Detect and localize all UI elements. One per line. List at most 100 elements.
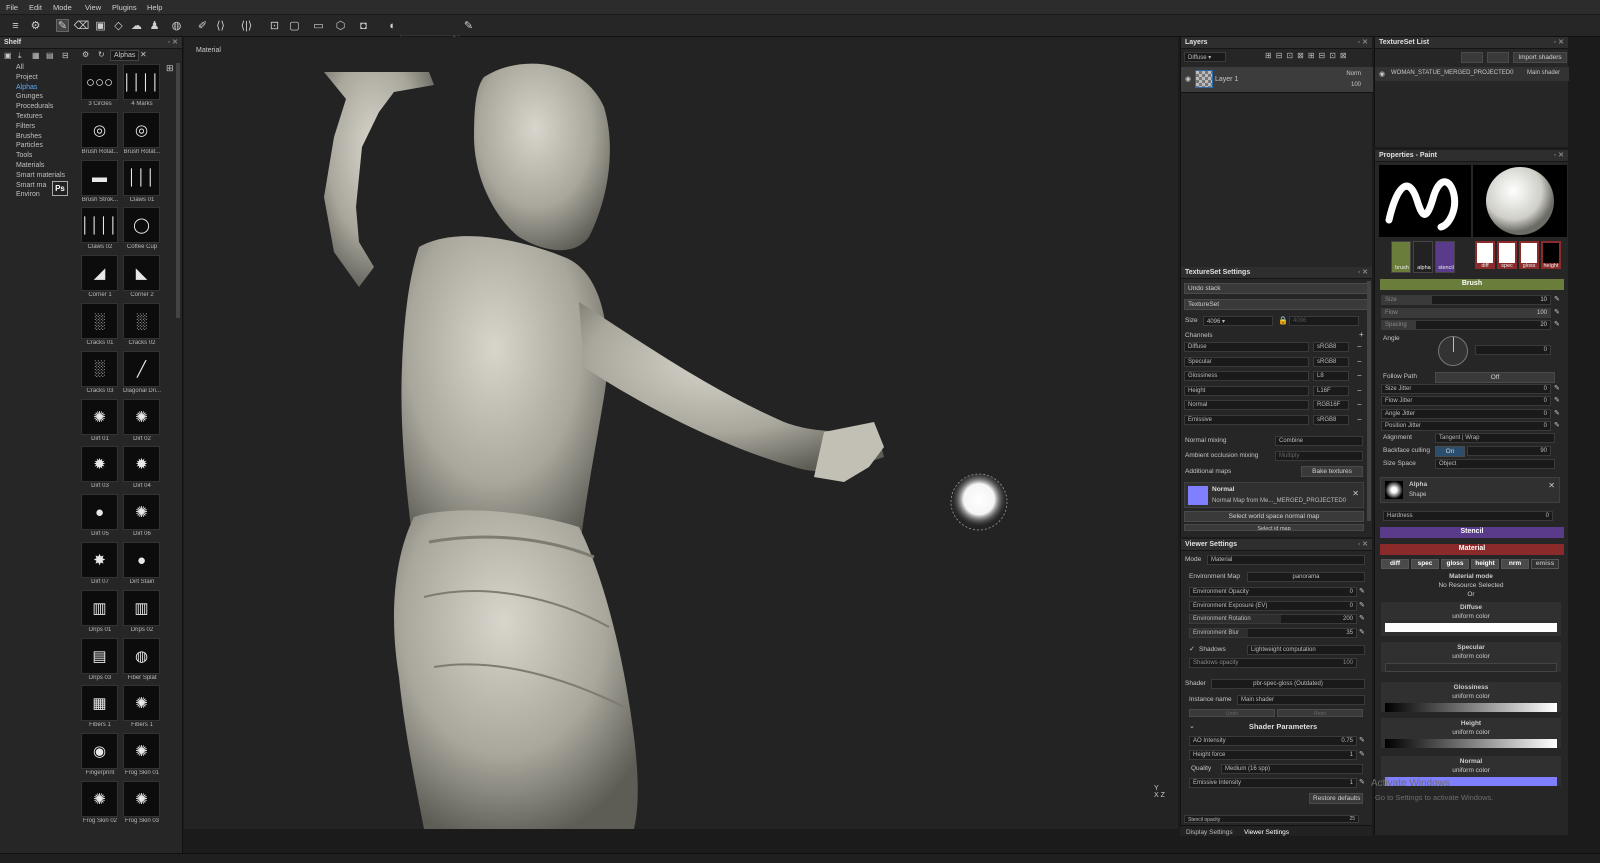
visibility-icon[interactable]: ◉ [1185,75,1191,83]
remove-channel-icon[interactable]: − [1357,357,1362,366]
restore-defaults-button[interactable]: Restore defaults [1309,793,1363,804]
import-shaders-button[interactable]: Import shaders [1513,52,1567,63]
quality-select[interactable]: Medium (16 spp) [1221,764,1363,774]
ps-badge[interactable]: Ps [52,181,68,196]
tool-slot-brush[interactable]: brush [1391,241,1411,273]
remove-channel-icon[interactable]: − [1357,371,1362,380]
channel-format-select[interactable]: L8 [1313,371,1349,382]
panel-close-icon[interactable]: ▫ ✕ [1554,38,1564,46]
jitter-slider[interactable]: Flow Jitter 0 [1381,396,1551,407]
menu-mode[interactable]: Mode [53,3,72,12]
layers-icon[interactable]: ≡ [9,19,22,32]
list-view-icon[interactable]: ▤ [46,51,54,60]
alpha-thumbnail[interactable]: ░ [81,303,118,339]
shelf-category[interactable]: Alphas [16,84,37,91]
panel-close-icon[interactable]: ▫ ✕ [168,38,178,46]
redo-button[interactable]: Redo [1277,709,1363,717]
list-button-1[interactable] [1461,52,1483,63]
undo-button[interactable]: Undo [1189,709,1275,717]
alpha-thumbnail[interactable]: ● [123,542,160,578]
menu-plugins[interactable]: Plugins [112,3,137,12]
shelf-category[interactable]: Procedurals [16,103,53,110]
channel-format-select[interactable]: L16F [1313,385,1349,396]
alpha-thumbnail[interactable]: ○○○ [81,64,118,100]
stencil-opacity-slider[interactable]: Stencil opacity 25 [1184,815,1359,823]
frame-icon[interactable]: ▢ [288,19,301,32]
channel-format-select[interactable]: RGB16F [1313,400,1349,411]
alpha-thumbnail[interactable]: ▥ [123,589,160,626]
alpha-thumbnail[interactable]: ╱ [123,350,160,387]
env-map-select[interactable]: panorama [1247,572,1365,582]
panel-close-icon[interactable]: ▫ ✕ [1358,38,1368,46]
instance-name-input[interactable]: Main shader [1237,695,1365,705]
environment-slider[interactable]: Environment Opacity 0 [1189,587,1357,597]
tool-slot-alpha[interactable]: alpha [1413,241,1433,273]
material-slot-gloss[interactable]: gloss [1519,241,1539,269]
shelf-category[interactable]: Smart materials [16,172,65,179]
lock-icon[interactable]: 🔒 [1278,316,1288,325]
shader-param-slider[interactable]: AO Intensity 0.75 [1189,736,1357,746]
polygon-fill-icon[interactable]: ◇ [112,19,125,32]
edit-param-icon[interactable]: ✎ [1554,308,1560,316]
layer-row[interactable]: ◉ Layer 1 Norm 100 [1181,67,1373,93]
alpha-thumbnail[interactable]: ▬ [81,159,118,196]
shadows-select[interactable]: Lightweight computation [1247,645,1365,655]
edit-slider-icon[interactable]: ✎ [1359,587,1365,595]
alpha-thumbnail[interactable]: ◍ [123,637,160,674]
alpha-thumbnail[interactable]: ││││ [123,64,160,100]
alpha-thumbnail[interactable]: ✹ [123,446,160,483]
alignment-select[interactable]: Tangent | Wrap [1435,433,1555,443]
backface-toggle[interactable]: On [1435,446,1465,457]
normal-map-slot[interactable]: Normal Normal Map from Me..._MERGED_PROJ… [1184,482,1364,508]
add-channel-icon[interactable]: + [1359,330,1364,339]
select-ws-normal-button[interactable]: Select world space normal map [1184,511,1364,522]
close-tab-icon[interactable]: ✕ [140,50,147,59]
remove-map-icon[interactable]: ✕ [1352,489,1359,498]
environment-slider[interactable]: Environment Blur 35 [1189,627,1357,638]
backface-slider[interactable]: 90 [1467,446,1551,456]
shadows-checkbox[interactable]: ✓ [1189,645,1195,653]
shelf-category[interactable]: Tools [16,152,32,159]
shelf-category[interactable]: Textures [16,113,42,120]
filter-icon[interactable]: ⚙ [82,50,89,59]
alpha-thumbnail[interactable]: ▤ [81,637,118,674]
environment-slider[interactable]: Environment Rotation 200 [1189,614,1357,624]
alpha-thumbnail[interactable]: ◎ [123,111,160,148]
menu-edit[interactable]: Edit [29,3,42,12]
material-channel-value[interactable] [1385,623,1557,632]
record-icon[interactable]: ◖ [385,19,398,32]
alpha-thumbnail[interactable]: ░ [123,303,160,339]
material-toggle-height[interactable]: height [1471,559,1499,569]
alpha-thumbnail[interactable]: ✺ [81,781,118,817]
shelf-scrollbar[interactable] [176,63,180,318]
edit-param-icon[interactable]: ✎ [1359,750,1365,758]
textureset-item-shader[interactable]: Main shader [1527,70,1560,76]
edit-param-icon[interactable]: ✎ [1554,409,1560,417]
brush-param-slider[interactable]: Size 10 [1381,295,1551,305]
panel-close-icon[interactable]: ▫ ✕ [1358,540,1368,548]
textureset-item[interactable]: ◉ WOMAN_STATUE_MERGED_PROJECTED0 Main sh… [1375,67,1569,81]
alpha-thumbnail[interactable]: ✸ [81,542,118,578]
brush-section-header[interactable]: Brush [1380,279,1564,290]
angle-dial[interactable] [1438,336,1468,366]
export-icon[interactable]: ⊟ [62,51,69,60]
ao-mixing-select[interactable]: Multiply [1275,451,1363,461]
folder-icon[interactable]: ▣ [4,51,12,60]
shader-param-slider[interactable]: Emissive Intensity 1 [1189,778,1357,788]
settings-icon[interactable]: ⚙ [29,19,42,32]
edit-slider-icon[interactable]: ✎ [1359,628,1365,636]
textureset-button[interactable]: TextureSet [1184,299,1370,310]
viewer-settings-tab[interactable]: Viewer Settings [1244,829,1289,836]
import-icon[interactable]: ⤓ [18,51,22,61]
paint-brush-icon[interactable]: ✎ [56,19,69,32]
collapse-icon[interactable]: ⌄ [1189,722,1195,730]
shadows-opacity-slider[interactable]: Shadows opacity 100 [1189,658,1357,668]
alphas-tab[interactable]: Alphas [110,50,140,61]
shelf-category[interactable]: Environ [16,191,40,198]
size-select[interactable]: 4096 ▾ [1203,316,1273,326]
edit-slider-icon[interactable]: ✎ [1359,601,1365,609]
alpha-thumbnail[interactable]: ● [81,494,118,531]
jitter-slider[interactable]: Position Jitter 0 [1381,420,1551,431]
normal-mixing-select[interactable]: Combine [1275,436,1363,446]
brush-param-slider[interactable]: Spacing 20 [1381,320,1551,330]
